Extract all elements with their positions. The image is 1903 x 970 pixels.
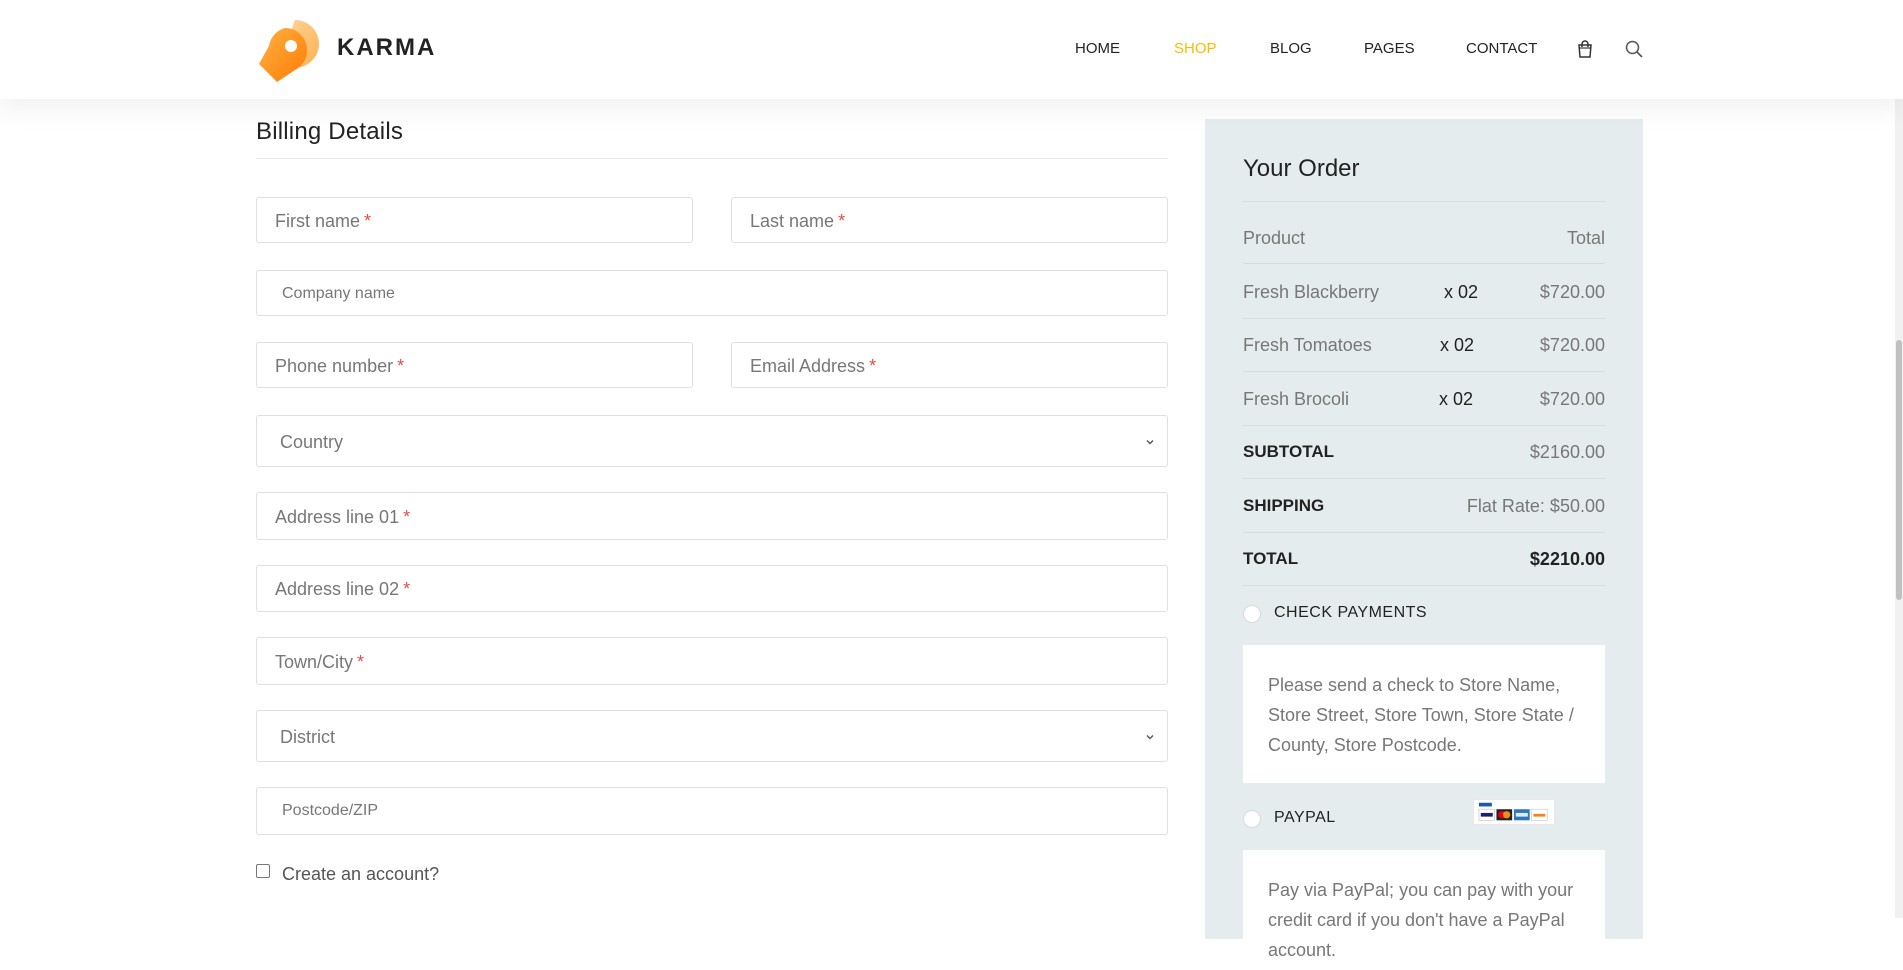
paypal-label[interactable]: PAYPAL (1274, 809, 1336, 827)
last-name-field[interactable]: Last name * (731, 197, 1168, 243)
site-header: KARMA HOME SHOP BLOG PAGES CONTACT (0, 0, 1903, 99)
search-icon[interactable] (1624, 39, 1644, 59)
order-item-qty: x 02 (1444, 282, 1479, 302)
email-placeholder: Email Address * (750, 356, 877, 376)
karma-logo-icon[interactable] (255, 18, 321, 84)
first-name-placeholder: First name * (275, 211, 372, 231)
order-item-qty: x 02 (1440, 335, 1475, 355)
page-scrollbar[interactable] (1895, 0, 1903, 918)
chevron-down-icon (1146, 440, 1154, 445)
brand-name[interactable]: KARMA (337, 34, 436, 62)
order-item-row: Fresh Brocoli x 02 $720.00 (1243, 389, 1605, 409)
paypal-radio[interactable] (1243, 810, 1261, 828)
total-column-header: Total (1566, 228, 1605, 248)
postcode-field[interactable]: Postcode/ZIP (256, 787, 1168, 835)
order-divider (1243, 585, 1605, 586)
order-divider (1243, 371, 1605, 372)
order-item-price: $720.00 (1539, 335, 1605, 355)
subtotal-row: SUBTOTAL $2160.00 (1243, 442, 1605, 462)
payment-cards-icon (1473, 799, 1555, 825)
nav-shop[interactable]: SHOP (1174, 40, 1217, 57)
check-payments-radio[interactable] (1243, 605, 1261, 623)
order-item-price: $720.00 (1539, 282, 1605, 302)
last-name-placeholder: Last name * (750, 211, 846, 231)
town-city-field[interactable]: Town/City * (256, 637, 1168, 685)
order-divider (1243, 425, 1605, 426)
nav-home[interactable]: HOME (1075, 40, 1120, 57)
address-1-placeholder: Address line 01 * (275, 507, 411, 527)
total-row: TOTAL $2210.00 (1243, 549, 1605, 569)
shopping-bag-icon[interactable] (1575, 39, 1595, 59)
address-2-placeholder: Address line 02 * (275, 579, 411, 599)
district-select[interactable]: District (256, 710, 1168, 762)
company-name-placeholder: Company name (282, 285, 395, 302)
postcode-placeholder: Postcode/ZIP (282, 802, 379, 819)
address-line-2-field[interactable]: Address line 02 * (256, 565, 1168, 612)
order-item-name: Fresh Tomatoes (1243, 335, 1372, 355)
order-item-row: Fresh Tomatoes x 02 $720.00 (1243, 335, 1605, 355)
check-payments-label[interactable]: CHECK PAYMENTS (1274, 604, 1427, 622)
order-divider (1243, 263, 1605, 264)
phone-placeholder: Phone number * (275, 356, 405, 376)
billing-title: Billing Details (256, 118, 404, 145)
subtotal-value: $2160.00 (1529, 442, 1605, 462)
order-divider (1243, 532, 1605, 533)
town-placeholder: Town/City * (275, 652, 365, 672)
order-item-name: Fresh Blackberry (1243, 282, 1380, 302)
scrollbar-thumb[interactable] (1896, 340, 1902, 600)
first-name-field[interactable]: First name * (256, 197, 693, 243)
country-selected-value: Country (280, 432, 344, 452)
order-divider (1243, 201, 1605, 202)
check-payments-option[interactable]: CHECK PAYMENTS (1243, 603, 1605, 625)
order-item-row: Fresh Blackberry x 02 $720.00 (1243, 282, 1605, 302)
total-value: $2210.00 (1529, 549, 1605, 569)
create-account-checkbox[interactable] (256, 864, 270, 878)
total-label: TOTAL (1243, 549, 1299, 568)
order-header-row: Product Total (1243, 228, 1605, 248)
shipping-label: SHIPPING (1243, 496, 1325, 515)
shipping-row: SHIPPING Flat Rate: $50.00 (1243, 496, 1605, 516)
order-summary: Your Order Product Total Fresh Blackberr… (1205, 119, 1643, 970)
order-item-qty: x 02 (1439, 389, 1474, 409)
district-selected-value: District (280, 727, 335, 747)
company-name-field[interactable]: Company name (256, 270, 1168, 316)
paypal-option[interactable]: PAYPAL (1243, 799, 1605, 830)
order-divider (1243, 478, 1605, 479)
nav-contact[interactable]: CONTACT (1466, 40, 1537, 57)
email-address-field[interactable]: Email Address * (731, 342, 1168, 388)
country-select[interactable]: Country (256, 415, 1168, 467)
order-item-price: $720.00 (1539, 389, 1605, 409)
shipping-value: Flat Rate: $50.00 (1466, 496, 1605, 516)
chevron-down-icon (1146, 735, 1154, 740)
subtotal-label: SUBTOTAL (1243, 442, 1334, 461)
address-line-1-field[interactable]: Address line 01 * (256, 492, 1168, 540)
order-title: Your Order (1243, 155, 1360, 182)
order-divider (1243, 318, 1605, 319)
paypal-description: Pay via PayPal; you can pay with your cr… (1243, 850, 1605, 970)
nav-pages[interactable]: PAGES (1364, 40, 1415, 57)
product-column-header: Product (1243, 228, 1306, 248)
phone-number-field[interactable]: Phone number * (256, 342, 693, 388)
billing-divider (256, 158, 1168, 159)
order-item-name: Fresh Brocoli (1243, 389, 1350, 409)
create-account-label[interactable]: Create an account? (282, 864, 439, 885)
check-payments-description: Please send a check to Store Name, Store… (1243, 645, 1605, 783)
nav-blog[interactable]: BLOG (1270, 40, 1312, 57)
